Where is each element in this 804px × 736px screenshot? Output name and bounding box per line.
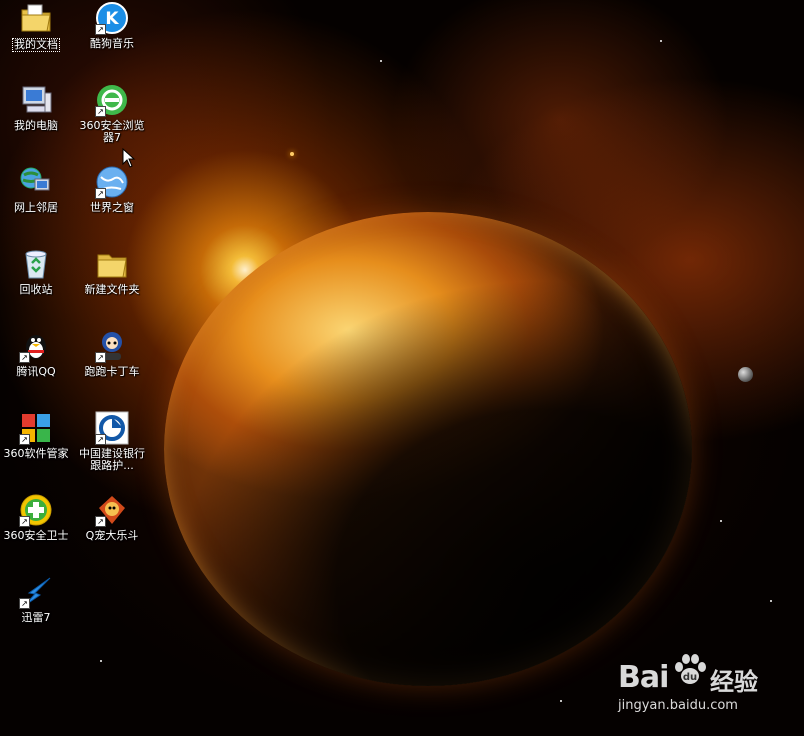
360-software-manager-icon: ↗ [19,411,53,445]
qq-penguin-icon: ↗ [19,329,53,363]
baidu-paw-icon: du [675,654,706,684]
desktop-icon-kugou-music[interactable]: K ↗ 酷狗音乐 [74,1,150,50]
desktop-icon-360-software-manager[interactable]: ↗ 360软件管家 [0,411,74,460]
my-computer-icon [19,83,53,117]
desktop-icon-network-places[interactable]: 网上邻居 [0,165,74,214]
star [660,40,662,42]
desktop-icon-theworld-browser[interactable]: ↗ 世界之窗 [74,165,150,214]
desktop-icon-kart-rider[interactable]: ↗ 跑跑卡丁车 [74,329,150,378]
star [380,60,382,62]
shortcut-arrow-icon: ↗ [95,188,106,199]
desktop-icon-qq-penguin[interactable]: ↗ 腾讯QQ [0,329,74,378]
desktop-icon-label: 网上邻居 [14,201,58,214]
desktop-icon-label: 我的电脑 [14,119,58,132]
network-places-icon [19,165,53,199]
kugou-music-icon: K ↗ [95,1,129,35]
shortcut-arrow-icon: ↗ [95,516,106,527]
shortcut-arrow-icon: ↗ [95,106,106,117]
desktop-icon-label: 酷狗音乐 [90,37,134,50]
star [770,600,772,602]
shortcut-arrow-icon: ↗ [19,434,30,445]
shortcut-arrow-icon: ↗ [19,516,30,527]
star [720,520,722,522]
watermark-logo-text: Bai [618,660,669,695]
desktop-icon-thunder-download[interactable]: ↗ 迅雷7 [0,575,74,624]
ccb-bank-icon: ↗ [95,411,129,445]
q-pet-game-icon: ↗ [95,493,129,527]
desktop-icon-360-safeguard[interactable]: ↗ 360安全卫士 [0,493,74,542]
desktop-icon-label: 跑跑卡丁车 [84,365,140,378]
desktop-icon-my-computer[interactable]: 我的电脑 [0,83,74,132]
desktop-icon-ccb-bank[interactable]: ↗ 中国建设银行跟路护... [74,411,150,472]
desktop-icon-label: 360安全卫士 [3,529,69,542]
mouse-cursor-icon [122,148,136,168]
folder-icon [95,247,129,281]
folder-documents-icon [19,1,53,35]
desktop-icon-label: 回收站 [19,283,53,296]
desktop-icon-label: 迅雷7 [21,611,51,624]
moon [738,367,753,382]
star [290,152,294,156]
theworld-browser-icon: ↗ [95,165,129,199]
kart-rider-icon: ↗ [95,329,129,363]
svg-text:du: du [683,672,697,683]
desktop-icon-label: Q宠大乐斗 [85,529,139,542]
svg-text:K: K [105,9,119,29]
desktop-icon-label: 我的文档 [12,38,60,52]
shortcut-arrow-icon: ↗ [19,352,30,363]
desktop-icon-360-browser[interactable]: ↗ 360安全浏览器7 [74,83,150,144]
shortcut-arrow-icon: ↗ [95,434,106,445]
desktop-icon-label: 新建文件夹 [84,283,140,296]
desktop-icon-label: 世界之窗 [90,201,134,214]
desktop-icon-label: 360软件管家 [3,447,69,460]
desktop-icon-label: 腾讯QQ [16,365,56,378]
360-browser-icon: ↗ [95,83,129,117]
desktop-icon-label: 360安全浏览器7 [79,119,145,144]
desktop-icon-recycle-bin[interactable]: 回收站 [0,247,74,296]
recycle-bin-icon [19,247,53,281]
shortcut-arrow-icon: ↗ [19,598,30,609]
shortcut-arrow-icon: ↗ [95,352,106,363]
watermark-jingyan-text: 经验 [710,668,758,696]
desktop-icon-q-pet-game[interactable]: ↗ Q宠大乐斗 [74,493,150,542]
watermark-url: jingyan.baidu.com [618,698,738,713]
desktop-icon-label: 中国建设银行跟路护... [79,447,145,472]
star [100,660,102,662]
360-safeguard-icon: ↗ [19,493,53,527]
desktop-icon-folder[interactable]: 新建文件夹 [74,247,150,296]
shortcut-arrow-icon: ↗ [95,24,106,35]
planet-shadow [164,212,692,686]
baidu-jingyan-watermark: Bai du 经验 jingyan.baidu.com [618,650,798,720]
star [560,700,562,702]
thunder-download-icon: ↗ [19,575,53,609]
desktop-icon-folder-documents[interactable]: 我的文档 [0,1,74,52]
